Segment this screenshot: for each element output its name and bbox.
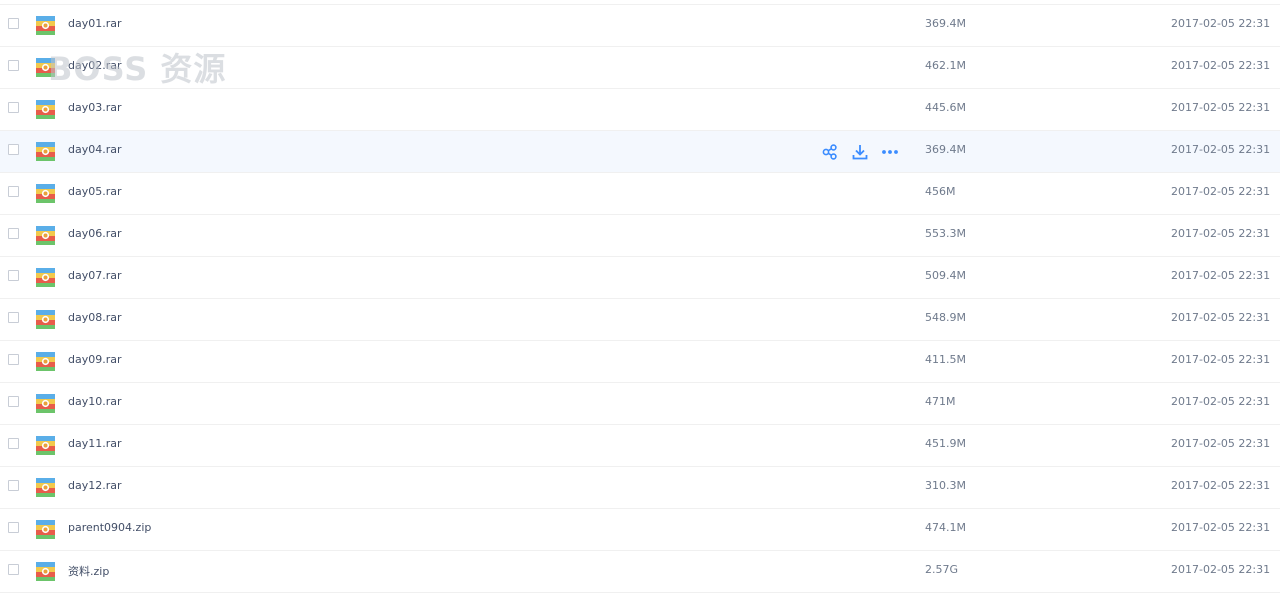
file-name[interactable]: day08.rar — [68, 311, 122, 324]
file-name[interactable]: day11.rar — [68, 437, 122, 450]
file-modified-date: 2017-02-05 22:31 — [1171, 521, 1271, 534]
file-checkbox[interactable] — [8, 438, 19, 449]
file-size: 509.4M — [925, 269, 966, 282]
file-size: 451.9M — [925, 437, 966, 450]
archive-file-icon — [36, 520, 55, 539]
file-name[interactable]: 资料.zip — [68, 563, 109, 579]
file-name[interactable]: day04.rar — [68, 143, 122, 156]
file-modified-date: 2017-02-05 22:31 — [1171, 353, 1271, 366]
file-size: 456M — [925, 185, 956, 198]
archive-file-icon — [36, 394, 55, 413]
file-modified-date: 2017-02-05 22:31 — [1171, 101, 1271, 114]
file-name[interactable]: day06.rar — [68, 227, 122, 240]
file-row[interactable]: day04.rar 369.4M 2017-02-05 22:31 — [0, 130, 1280, 172]
archive-file-icon — [36, 16, 55, 35]
file-row[interactable]: day03.rar 445.6M 2017-02-05 22:31 — [0, 88, 1280, 130]
file-size: 462.1M — [925, 59, 966, 72]
share-icon[interactable] — [820, 142, 840, 162]
archive-file-icon — [36, 310, 55, 329]
file-checkbox[interactable] — [8, 522, 19, 533]
file-modified-date: 2017-02-05 22:31 — [1171, 227, 1271, 240]
archive-file-icon — [36, 100, 55, 119]
file-checkbox[interactable] — [8, 270, 19, 281]
archive-file-icon — [36, 58, 55, 77]
file-row[interactable]: day02.rar 462.1M 2017-02-05 22:31 — [0, 46, 1280, 88]
file-checkbox[interactable] — [8, 102, 19, 113]
archive-file-icon — [36, 184, 55, 203]
file-name[interactable]: day09.rar — [68, 353, 122, 366]
file-size: 2.57G — [925, 563, 959, 576]
file-checkbox[interactable] — [8, 18, 19, 29]
file-checkbox[interactable] — [8, 186, 19, 197]
file-checkbox[interactable] — [8, 144, 19, 155]
file-modified-date: 2017-02-05 22:31 — [1171, 143, 1271, 156]
archive-file-icon — [36, 562, 55, 581]
file-checkbox[interactable] — [8, 564, 19, 575]
file-size: 369.4M — [925, 17, 966, 30]
archive-file-icon — [36, 436, 55, 455]
archive-file-icon — [36, 226, 55, 245]
file-checkbox[interactable] — [8, 480, 19, 491]
file-size: 553.3M — [925, 227, 966, 240]
archive-file-icon — [36, 268, 55, 287]
file-row[interactable]: 资料.zip 2.57G 2017-02-05 22:31 — [0, 550, 1280, 593]
more-icon[interactable] — [880, 142, 900, 162]
file-size: 548.9M — [925, 311, 966, 324]
archive-file-icon — [36, 352, 55, 371]
file-row[interactable]: day01.rar 369.4M 2017-02-05 22:31 — [0, 4, 1280, 46]
file-size: 369.4M — [925, 143, 966, 156]
file-name[interactable]: day02.rar — [68, 59, 122, 72]
file-name[interactable]: day01.rar — [68, 17, 122, 30]
file-modified-date: 2017-02-05 22:31 — [1171, 311, 1271, 324]
file-modified-date: 2017-02-05 22:31 — [1171, 479, 1271, 492]
file-name[interactable]: day05.rar — [68, 185, 122, 198]
file-row[interactable]: day08.rar 548.9M 2017-02-05 22:31 — [0, 298, 1280, 340]
file-modified-date: 2017-02-05 22:31 — [1171, 437, 1271, 450]
file-row[interactable]: day09.rar 411.5M 2017-02-05 22:31 — [0, 340, 1280, 382]
file-row[interactable]: day11.rar 451.9M 2017-02-05 22:31 — [0, 424, 1280, 466]
archive-file-icon — [36, 478, 55, 497]
file-name[interactable]: day12.rar — [68, 479, 122, 492]
file-modified-date: 2017-02-05 22:31 — [1171, 185, 1271, 198]
file-size: 445.6M — [925, 101, 966, 114]
file-modified-date: 2017-02-05 22:31 — [1171, 395, 1271, 408]
file-row[interactable]: day10.rar 471M 2017-02-05 22:31 — [0, 382, 1280, 424]
file-checkbox[interactable] — [8, 312, 19, 323]
file-size: 471M — [925, 395, 956, 408]
file-size: 411.5M — [925, 353, 966, 366]
file-row[interactable]: day05.rar 456M 2017-02-05 22:31 — [0, 172, 1280, 214]
file-list: day01.rar 369.4M 2017-02-05 22:31 day02.ra… — [0, 4, 1280, 593]
archive-file-icon — [36, 142, 55, 161]
file-row[interactable]: day06.rar 553.3M 2017-02-05 22:31 — [0, 214, 1280, 256]
file-checkbox[interactable] — [8, 396, 19, 407]
file-modified-date: 2017-02-05 22:31 — [1171, 59, 1271, 72]
file-name[interactable]: parent0904.zip — [68, 521, 151, 534]
file-name[interactable]: day03.rar — [68, 101, 122, 114]
file-checkbox[interactable] — [8, 60, 19, 71]
file-size: 474.1M — [925, 521, 966, 534]
file-checkbox[interactable] — [8, 228, 19, 239]
download-icon[interactable] — [850, 142, 870, 162]
file-name[interactable]: day10.rar — [68, 395, 122, 408]
file-row[interactable]: parent0904.zip 474.1M 2017-02-05 22:31 — [0, 508, 1280, 550]
file-checkbox[interactable] — [8, 354, 19, 365]
file-name[interactable]: day07.rar — [68, 269, 122, 282]
file-modified-date: 2017-02-05 22:31 — [1171, 563, 1271, 576]
file-modified-date: 2017-02-05 22:31 — [1171, 17, 1271, 30]
file-modified-date: 2017-02-05 22:31 — [1171, 269, 1271, 282]
file-row[interactable]: day12.rar 310.3M 2017-02-05 22:31 — [0, 466, 1280, 508]
file-row[interactable]: day07.rar 509.4M 2017-02-05 22:31 — [0, 256, 1280, 298]
file-size: 310.3M — [925, 479, 966, 492]
